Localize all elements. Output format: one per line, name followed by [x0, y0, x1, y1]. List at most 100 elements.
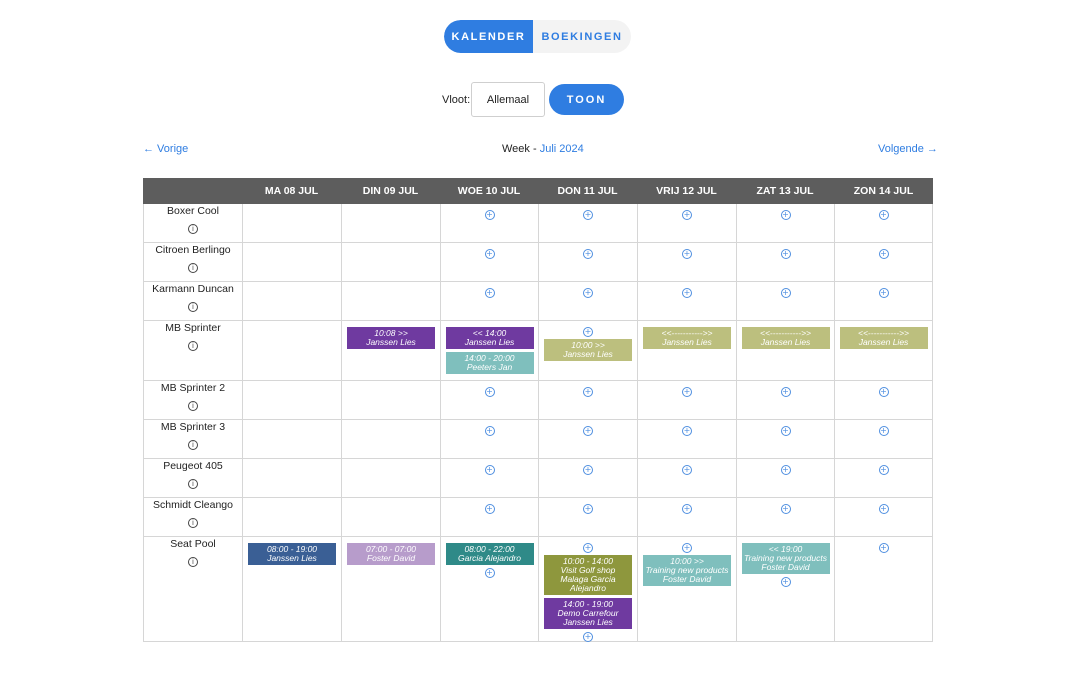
day-cell[interactable]: +	[834, 243, 933, 281]
info-icon[interactable]: i	[188, 518, 198, 528]
add-booking-icon[interactable]: +	[682, 249, 692, 259]
add-booking-icon[interactable]: +	[682, 288, 692, 298]
add-booking-icon[interactable]: +	[878, 249, 889, 259]
add-booking-icon[interactable]: +	[583, 504, 593, 514]
info-icon[interactable]: i	[188, 341, 198, 351]
add-booking-icon[interactable]: +	[878, 426, 889, 436]
day-cell[interactable]	[341, 243, 440, 281]
day-cell[interactable]: +	[736, 459, 834, 497]
day-cell[interactable]: +	[834, 459, 933, 497]
add-booking-icon[interactable]: +	[583, 465, 593, 475]
add-booking-icon[interactable]: +	[484, 210, 495, 220]
day-cell[interactable]: +10:00 - 14:00 Visit Golf shop Malaga Gar…	[538, 537, 637, 642]
fleet-select[interactable]: Allemaal	[471, 82, 545, 117]
day-cell[interactable]: +	[637, 243, 736, 281]
day-cell[interactable]: << 14:00 Janssen Lies 14:00 - 20:00 Peeters…	[440, 321, 538, 380]
add-booking-icon[interactable]: +	[484, 504, 495, 514]
day-cell[interactable]: +	[736, 282, 834, 320]
day-cell[interactable]: 07:00 - 07:00 Foster David	[341, 537, 440, 641]
day-cell[interactable]	[242, 243, 341, 281]
day-cell[interactable]: +10:00 >> Training new products Foster Da…	[637, 537, 736, 641]
day-cell[interactable]	[242, 498, 341, 536]
day-cell[interactable]: 08:00 - 19:00 Janssen Lies	[242, 537, 341, 641]
day-cell[interactable]: +	[538, 204, 637, 242]
day-cell[interactable]: +	[637, 282, 736, 320]
info-icon[interactable]: i	[188, 401, 198, 411]
info-icon[interactable]: i	[188, 557, 198, 567]
info-icon[interactable]: i	[188, 263, 198, 273]
day-cell[interactable]: <<----------->> Janssen Lies	[834, 321, 933, 380]
booking-block[interactable]: 10:08 >> Janssen Lies	[347, 327, 435, 349]
add-booking-icon[interactable]: +	[878, 288, 889, 298]
day-cell[interactable]	[341, 204, 440, 242]
day-cell[interactable]: +	[834, 381, 933, 419]
day-cell[interactable]	[341, 381, 440, 419]
day-cell[interactable]: +	[637, 381, 736, 419]
show-button[interactable]: TOON	[549, 84, 624, 115]
booking-block[interactable]: 08:00 - 19:00 Janssen Lies	[248, 543, 336, 565]
add-booking-icon[interactable]: +	[780, 504, 791, 514]
day-cell[interactable]	[341, 420, 440, 458]
day-cell[interactable]: +	[538, 282, 637, 320]
day-cell[interactable]: +	[834, 204, 933, 242]
add-booking-icon[interactable]: +	[682, 210, 692, 220]
day-cell[interactable]: << 19:00 Training new products Foster Dav…	[736, 537, 834, 641]
day-cell[interactable]	[242, 459, 341, 497]
add-booking-icon[interactable]: +	[484, 426, 495, 436]
booking-block[interactable]: 07:00 - 07:00 Foster David	[347, 543, 435, 565]
day-cell[interactable]: <<----------->> Janssen Lies	[736, 321, 834, 380]
booking-block[interactable]: 14:00 - 20:00 Peeters Jan	[445, 352, 534, 374]
day-cell[interactable]: +	[834, 498, 933, 536]
add-booking-icon[interactable]: +	[878, 543, 889, 553]
day-cell[interactable]: +	[538, 381, 637, 419]
add-booking-icon[interactable]: +	[878, 504, 889, 514]
add-booking-icon[interactable]: +	[484, 568, 495, 578]
day-cell[interactable]: +	[834, 537, 933, 641]
add-booking-icon[interactable]: +	[780, 210, 791, 220]
add-booking-icon[interactable]: +	[780, 387, 791, 397]
booking-block[interactable]: <<----------->> Janssen Lies	[643, 327, 731, 349]
add-booking-icon[interactable]: +	[682, 543, 692, 553]
add-booking-icon[interactable]: +	[484, 288, 495, 298]
add-booking-icon[interactable]: +	[583, 632, 593, 642]
day-cell[interactable]: 10:08 >> Janssen Lies	[341, 321, 440, 380]
add-booking-icon[interactable]: +	[878, 210, 889, 220]
add-booking-icon[interactable]: +	[484, 249, 495, 259]
booking-block[interactable]: << 14:00 Janssen Lies	[445, 327, 534, 349]
day-cell[interactable]	[341, 282, 440, 320]
booking-block[interactable]: 14:00 - 19:00 Demo Carrefour Janssen Lies	[544, 598, 632, 629]
day-cell[interactable]	[242, 204, 341, 242]
add-booking-icon[interactable]: +	[780, 249, 791, 259]
booking-block[interactable]: << 19:00 Training new products Foster Dav…	[741, 543, 830, 574]
day-cell[interactable]: +	[637, 459, 736, 497]
add-booking-icon[interactable]: +	[682, 426, 692, 436]
day-cell[interactable]: +	[440, 498, 538, 536]
day-cell[interactable]: +	[736, 204, 834, 242]
day-cell[interactable]: +	[440, 204, 538, 242]
booking-block[interactable]: 10:00 >> Training new products Foster Dav…	[643, 555, 731, 586]
day-cell[interactable]	[242, 321, 341, 380]
add-booking-icon[interactable]: +	[484, 465, 495, 475]
info-icon[interactable]: i	[188, 440, 198, 450]
add-booking-icon[interactable]: +	[682, 465, 692, 475]
tab-kalender[interactable]: Kalender	[444, 20, 533, 53]
day-cell[interactable]: +	[538, 498, 637, 536]
add-booking-icon[interactable]: +	[878, 465, 889, 475]
day-cell[interactable]: +	[538, 459, 637, 497]
info-icon[interactable]: i	[188, 479, 198, 489]
add-booking-icon[interactable]: +	[780, 426, 791, 436]
day-cell[interactable]: +	[440, 381, 538, 419]
info-icon[interactable]: i	[188, 302, 198, 312]
day-cell[interactable]: +	[736, 498, 834, 536]
month-link[interactable]: Juli 2024	[540, 143, 584, 155]
day-cell[interactable]	[242, 282, 341, 320]
day-cell[interactable]: +	[440, 459, 538, 497]
add-booking-icon[interactable]: +	[583, 327, 593, 337]
tab-boekingen[interactable]: Boekingen	[533, 20, 631, 53]
day-cell[interactable]	[341, 459, 440, 497]
day-cell[interactable]: <<----------->> Janssen Lies	[637, 321, 736, 380]
day-cell[interactable]: +	[834, 420, 933, 458]
add-booking-icon[interactable]: +	[780, 465, 791, 475]
day-cell[interactable]: +	[736, 420, 834, 458]
day-cell[interactable]: +	[637, 204, 736, 242]
